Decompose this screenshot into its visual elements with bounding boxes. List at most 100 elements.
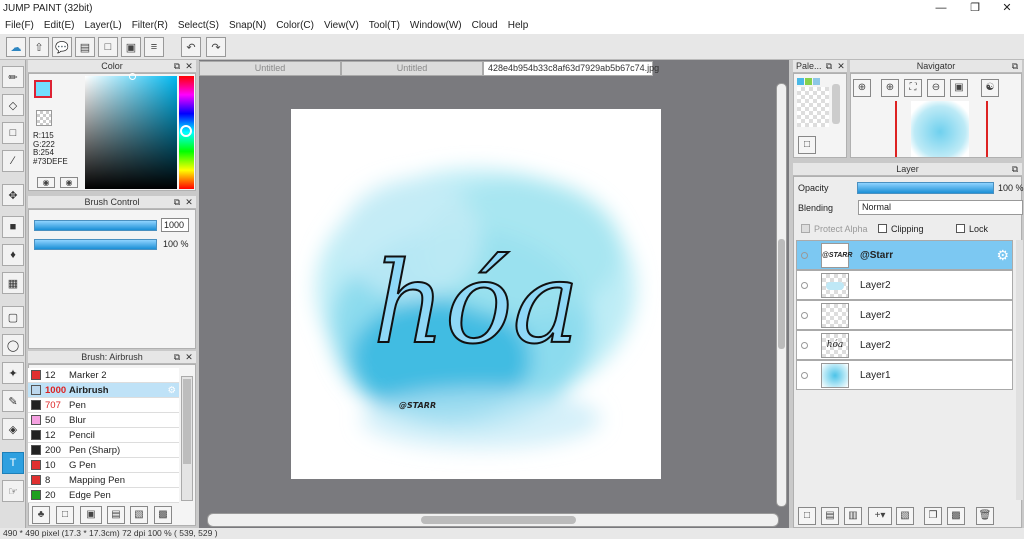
layer-row[interactable]: @STARR @Starr ⚙: [796, 240, 1013, 270]
new-layer-icon[interactable]: □: [798, 507, 816, 525]
cloud-icon[interactable]: ☁: [6, 37, 26, 57]
menu-file[interactable]: File(F): [0, 17, 39, 34]
brush-tree-icon[interactable]: ♣: [32, 506, 50, 524]
new-brush-icon[interactable]: □: [56, 506, 74, 524]
actual-size-icon[interactable]: ▣: [950, 79, 968, 97]
palette-swatch[interactable]: [805, 78, 812, 85]
visibility-eye-icon[interactable]: [801, 372, 808, 379]
menu-layer[interactable]: Layer(L): [79, 17, 126, 34]
menu-filter[interactable]: Filter(R): [127, 17, 173, 34]
text-tool-icon[interactable]: T: [2, 452, 24, 474]
menu-view[interactable]: View(V): [319, 17, 364, 34]
layer-settings-icon[interactable]: ⚙: [996, 247, 1009, 264]
duplicate-layer-icon[interactable]: ❐: [924, 507, 942, 525]
brush-copy-icon[interactable]: ▤: [107, 506, 125, 524]
saturation-picker[interactable]: [85, 73, 177, 189]
hue-slider[interactable]: [179, 76, 194, 189]
menu-window[interactable]: Window(W): [405, 17, 467, 34]
popout-icon[interactable]: ⧉: [824, 61, 834, 71]
layer-row[interactable]: Layer2: [796, 270, 1013, 300]
menu-cloud[interactable]: Cloud: [467, 17, 503, 34]
select-eraser-icon[interactable]: ◈: [2, 418, 24, 440]
color-history-icon[interactable]: ◉: [60, 177, 78, 188]
fit-screen-icon[interactable]: ⛶: [904, 79, 922, 97]
tab-untitled-2[interactable]: Untitled: [341, 61, 483, 76]
tab-image-file[interactable]: 428e4b954b33c8af63d7929ab5b67c74.jpg: [483, 61, 659, 76]
zoom-out-icon[interactable]: ⊖: [927, 79, 945, 97]
brush-item[interactable]: 707 Pen: [28, 398, 179, 413]
document-icon[interactable]: □: [98, 37, 118, 57]
layer-row[interactable]: hóa Layer2: [796, 330, 1013, 360]
brush-item[interactable]: 10 G Pen: [28, 458, 179, 473]
tab-untitled-1[interactable]: Untitled: [199, 61, 341, 76]
panel-close-icon[interactable]: ✕: [184, 352, 194, 362]
canvas-document[interactable]: hóa @STARR: [291, 109, 661, 479]
brush-opacity-slider[interactable]: [34, 239, 157, 250]
comment-icon[interactable]: 💬: [52, 37, 72, 57]
new-layer-1bit-icon[interactable]: ▥: [844, 507, 862, 525]
canvas-vertical-scrollbar[interactable]: [776, 83, 787, 507]
brush-item[interactable]: 8 Mapping Pen: [28, 473, 179, 488]
popout-icon[interactable]: ⧉: [1010, 164, 1020, 174]
brush-item[interactable]: 200 Pen (Sharp): [28, 443, 179, 458]
horizontal-scroll-thumb[interactable]: [421, 516, 576, 524]
zoom-in-step-icon[interactable]: ⊕: [881, 79, 899, 97]
clipping-checkbox[interactable]: [878, 224, 887, 233]
new-palette-icon[interactable]: □: [798, 136, 816, 154]
popout-icon[interactable]: ⧉: [172, 352, 182, 362]
popout-icon[interactable]: ⧉: [1010, 61, 1020, 71]
panel-close-icon[interactable]: ✕: [836, 61, 846, 71]
select-pen-icon[interactable]: ✎: [2, 390, 24, 412]
close-icon[interactable]: ✕: [990, 0, 1024, 17]
layer-scrollbar[interactable]: [1016, 240, 1023, 500]
menu-help[interactable]: Help: [503, 17, 534, 34]
navigator-thumbnail[interactable]: [911, 101, 969, 157]
lock-checkbox[interactable]: [956, 224, 965, 233]
page-icon[interactable]: ▣: [121, 37, 141, 57]
menu-edit[interactable]: Edit(E): [39, 17, 80, 34]
transparent-swatch[interactable]: [36, 110, 52, 126]
brush-item[interactable]: 20 Edge Pen: [28, 488, 179, 503]
magic-wand-icon[interactable]: ✦: [2, 362, 24, 384]
brush-item[interactable]: 1000 Airbrush ⚙: [28, 383, 179, 398]
list-icon[interactable]: ≡: [144, 37, 164, 57]
delete-layer-icon[interactable]: 🗑: [976, 507, 994, 525]
layer-row[interactable]: Layer1: [796, 360, 1013, 390]
layer-opacity-slider[interactable]: [857, 182, 994, 194]
brush-size-slider[interactable]: [34, 220, 157, 231]
zoom-in-icon[interactable]: ⊕: [853, 79, 871, 97]
merge-layer-icon[interactable]: ▩: [947, 507, 965, 525]
menu-snap[interactable]: Snap(N): [224, 17, 271, 34]
brush-delete-icon[interactable]: ▩: [154, 506, 172, 524]
menu-tool[interactable]: Tool(T): [364, 17, 405, 34]
eraser-tool-icon[interactable]: ◇: [2, 94, 24, 116]
menu-color[interactable]: Color(C): [271, 17, 319, 34]
brush-scroll-thumb[interactable]: [183, 379, 191, 464]
line-tool-icon[interactable]: ∕: [2, 150, 24, 172]
vertical-scroll-thumb[interactable]: [778, 239, 785, 349]
brush-item[interactable]: 50 Blur: [28, 413, 179, 428]
layer-folder-icon[interactable]: ▧: [896, 507, 914, 525]
brush-item[interactable]: 12 Pencil: [28, 428, 179, 443]
visibility-eye-icon[interactable]: [801, 342, 808, 349]
canvas-horizontal-scrollbar[interactable]: [207, 513, 779, 527]
brush-item[interactable]: 12 Marker 2: [28, 368, 179, 383]
share-icon[interactable]: ⇧: [29, 37, 49, 57]
popout-icon[interactable]: ⧉: [172, 61, 182, 71]
brush-size-input[interactable]: 1000: [161, 218, 189, 232]
hue-cursor[interactable]: [180, 125, 192, 137]
lasso-tool-icon[interactable]: ◯: [2, 334, 24, 356]
visibility-eye-icon[interactable]: [801, 282, 808, 289]
menu-select[interactable]: Select(S): [173, 17, 224, 34]
brush-menu-icon[interactable]: ▣: [80, 506, 102, 524]
undo-icon[interactable]: ↶: [181, 37, 201, 57]
brush-folder-icon[interactable]: ▧: [130, 506, 148, 524]
visibility-eye-icon[interactable]: [801, 252, 808, 259]
brush-tool-icon[interactable]: ✏: [2, 66, 24, 88]
message-icon[interactable]: ▤: [75, 37, 95, 57]
rotate-icon[interactable]: ☯: [981, 79, 999, 97]
gradient-tool-icon[interactable]: ▦: [2, 272, 24, 294]
select-rect-icon[interactable]: ▢: [2, 306, 24, 328]
hand-tool-icon[interactable]: ☞: [2, 480, 24, 502]
blending-select[interactable]: Normal: [858, 200, 1023, 215]
